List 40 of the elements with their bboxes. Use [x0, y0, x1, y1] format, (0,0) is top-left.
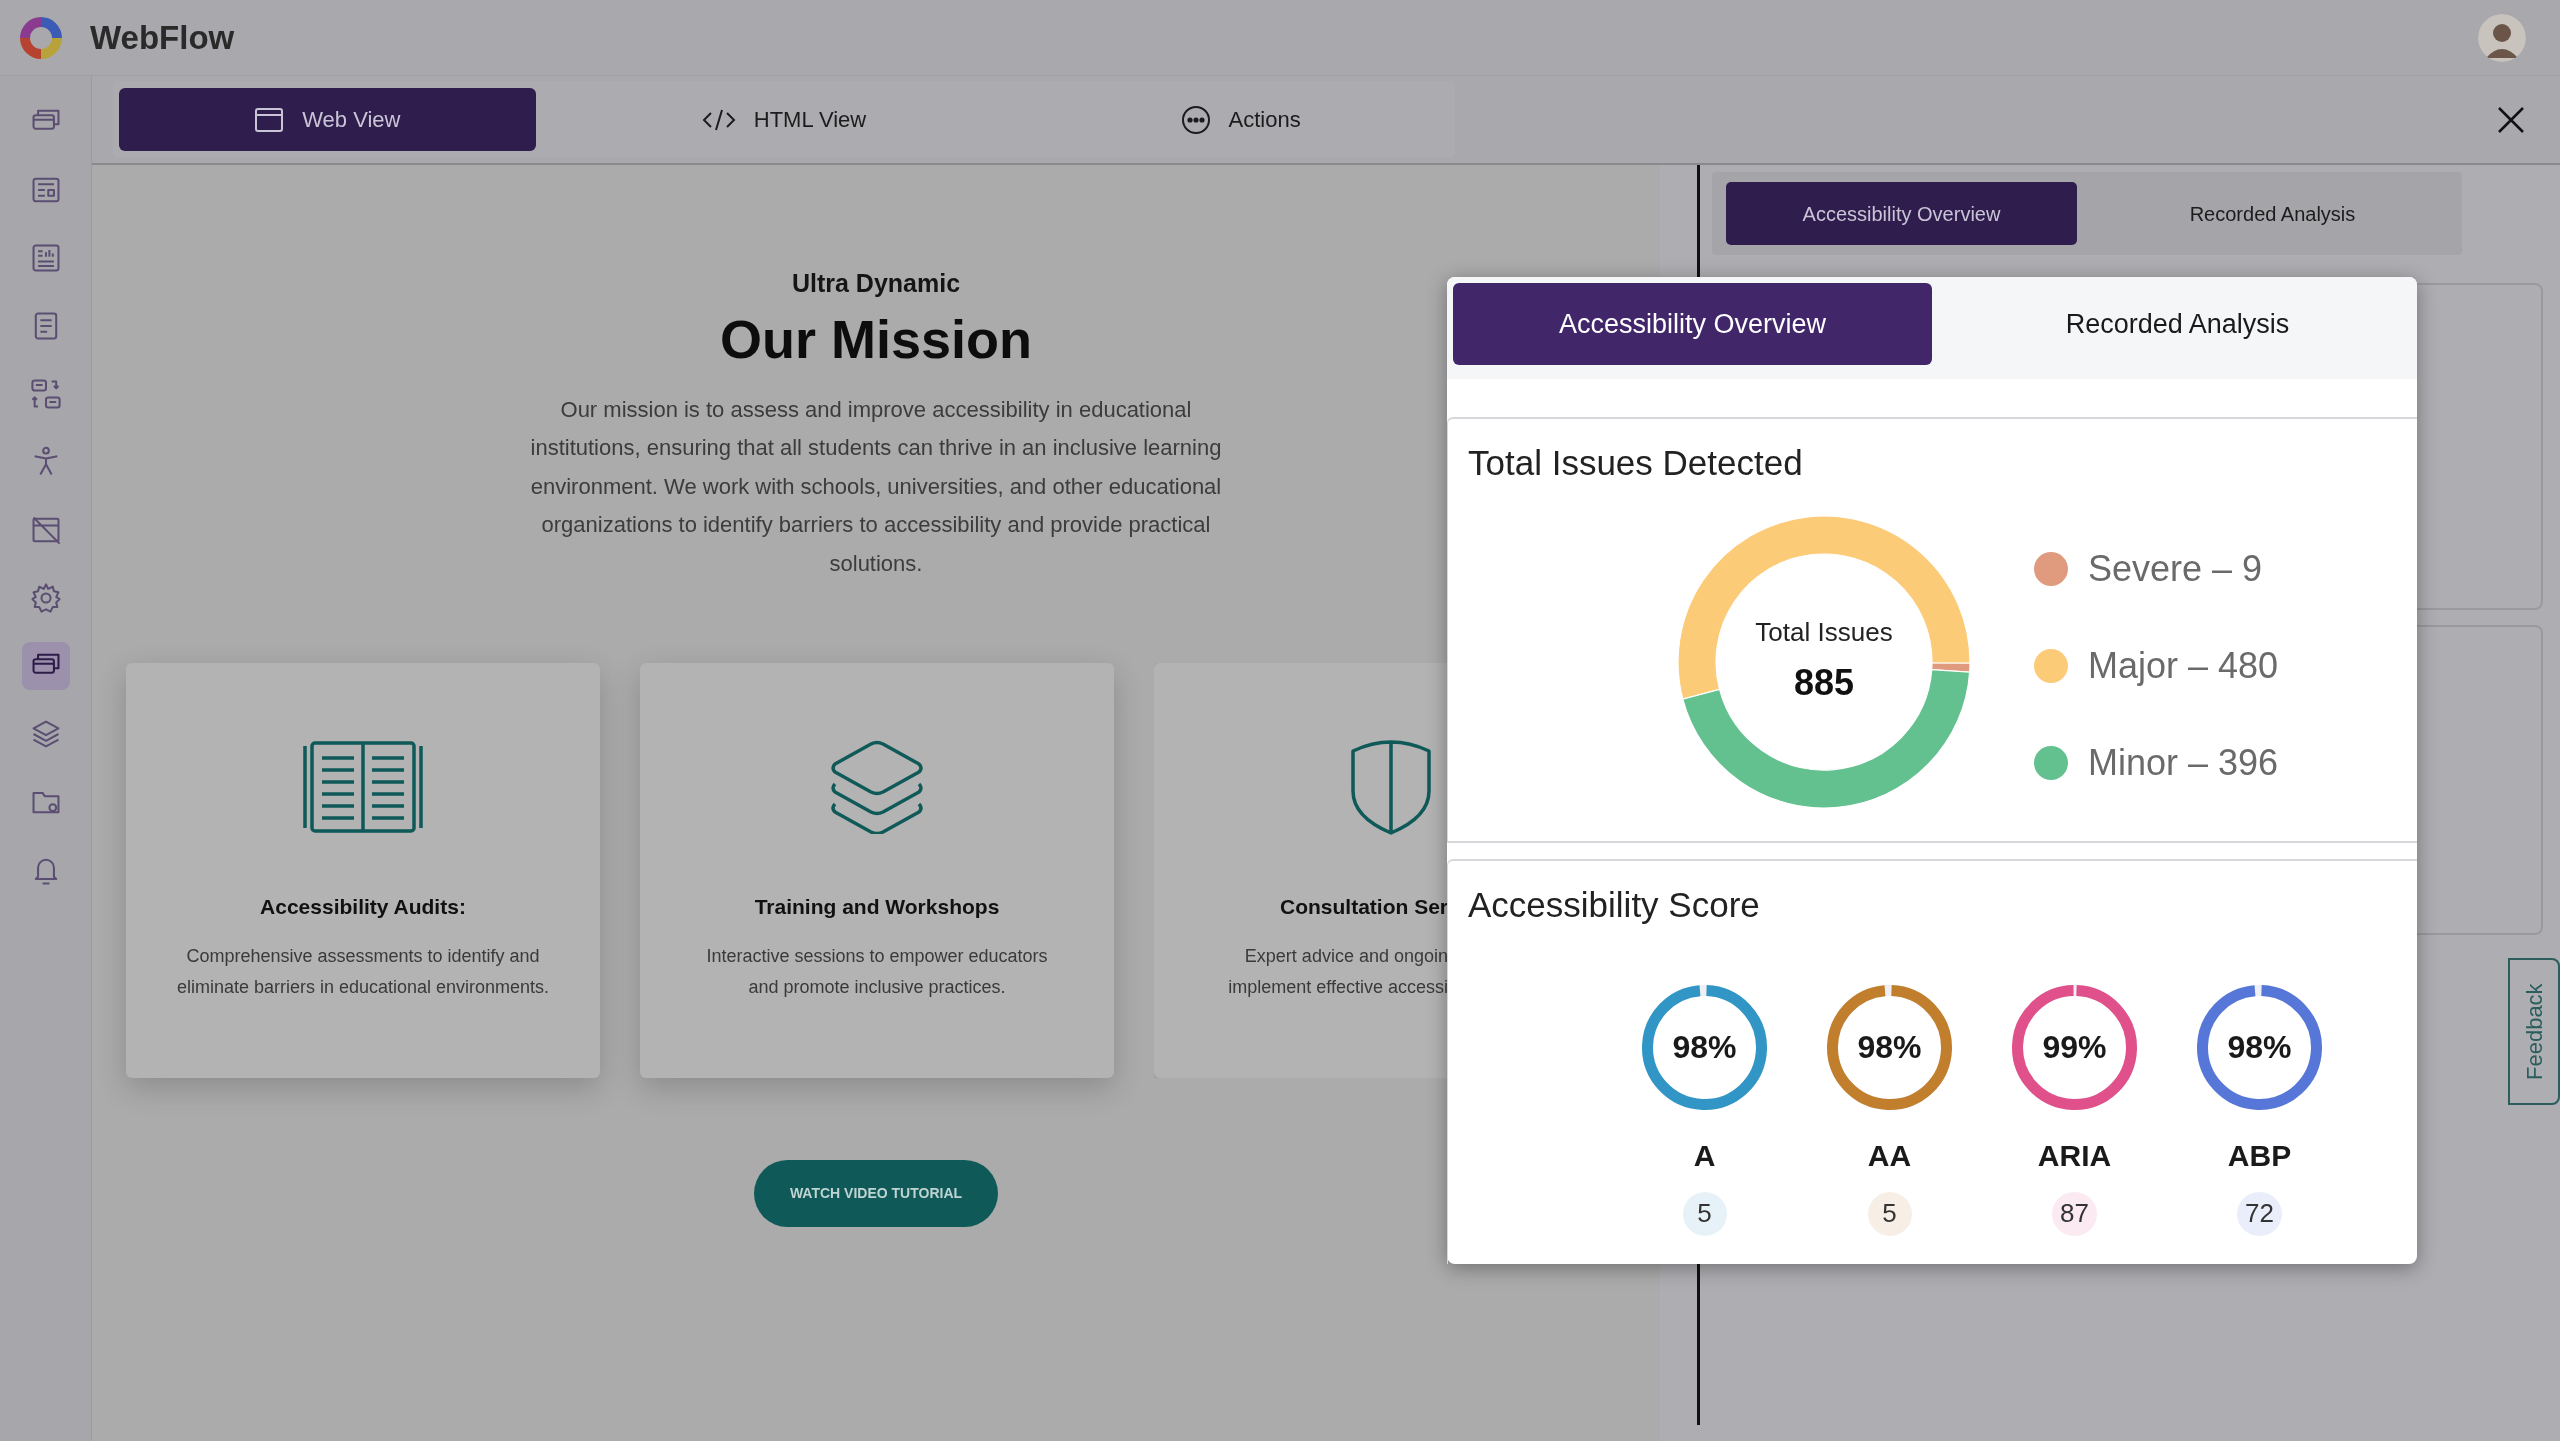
card-title: Total Issues Detected: [1468, 442, 1804, 484]
donut-center-value: 885: [1793, 661, 1855, 705]
view-tab[interactable]: Web View: [119, 88, 536, 151]
panel-tab[interactable]: Recorded Analysis: [2097, 182, 2448, 245]
count-badge: 72: [2237, 1191, 2282, 1236]
card-description: Comprehensive assessments to identify and: [186, 944, 540, 968]
watch-video-button[interactable]: WATCH VIDEO TUTORIAL: [754, 1160, 998, 1227]
card-description: and promote inclusive practices.: [748, 975, 1006, 999]
score-percent: 98%: [1856, 1028, 1923, 1067]
card-title: Accessibility Audits:: [260, 894, 466, 920]
card-description: Expert advice and ongoin: [1244, 944, 1448, 968]
panel-tab[interactable]: Accessibility Overview: [1726, 182, 2077, 245]
count-badge: 5: [1682, 1191, 1727, 1236]
card-title: Accessibility Score: [1468, 884, 1761, 926]
mission-paragraph: Our mission is to assess and improve accessibility in educational institutions, ensuring that all students can thrive in an inclusive learning environment. We work with schools, universities, and other educational organizations to identify barriers to accessibility and provide practical solutions.: [529, 395, 1223, 578]
score-label: ABP: [2227, 1137, 2292, 1174]
score-percent: 98%: [1671, 1028, 1738, 1067]
count-badge: 87: [2052, 1191, 2097, 1236]
legend-label: Minor – 396: [2088, 740, 2279, 785]
legend-label: Severe – 9: [2088, 546, 2263, 591]
view-tab[interactable]: Actions: [1032, 88, 1449, 151]
score-label: ARIA: [2037, 1137, 2112, 1174]
card-title: Training and Workshops: [754, 894, 1000, 920]
score-percent: 98%: [2226, 1028, 2293, 1067]
popup-tab[interactable]: Recorded Analysis: [1938, 283, 2417, 365]
section-eyebrow: Ultra Dynamic: [791, 268, 961, 299]
card-description: Interactive sessions to empower educators: [706, 944, 1048, 968]
count-badge: 5: [1867, 1191, 1912, 1236]
legend-label: Major – 480: [2088, 643, 2279, 688]
card-title: Consultation Ser: [1280, 894, 1448, 920]
view-tab[interactable]: HTML View: [575, 88, 993, 151]
popup-tab[interactable]: Accessibility Overview: [1453, 283, 1932, 365]
app-title: WebFlow: [90, 17, 235, 58]
score-label: A: [1693, 1137, 1716, 1174]
card-description: implement effective accessi: [1228, 975, 1448, 999]
donut-center-label: Total Issues: [1755, 616, 1893, 649]
score-percent: 99%: [2041, 1028, 2108, 1067]
section-heading: Our Mission: [720, 307, 1032, 371]
score-label: AA: [1867, 1137, 1912, 1174]
card-description: eliminate barriers in educational environments.: [176, 975, 550, 999]
